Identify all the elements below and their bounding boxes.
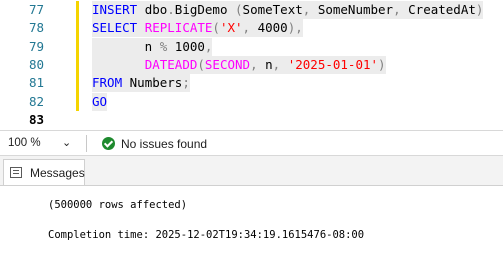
code-token: CreatedAt: [408, 2, 476, 17]
line-number: 77: [28, 2, 44, 17]
issues-status: No issues found: [121, 137, 208, 151]
chevron-down-icon[interactable]: ⌄: [62, 136, 71, 149]
line-number: 78: [28, 20, 44, 36]
code-token: BigDemo: [174, 2, 236, 17]
line-number: 80: [28, 56, 44, 72]
code-line[interactable]: n % 1000,: [92, 37, 213, 56]
code-token: n: [92, 38, 160, 54]
query-editor[interactable]: 77 78 79 80 81 82 83 INSERT dbo.BigDemo (SomeT…: [0, 0, 503, 130]
results-tab-strip: Messages: [0, 156, 503, 186]
check-circle-icon: [102, 137, 115, 150]
code-token: n: [265, 56, 273, 72]
change-indicator-bar: [76, 1, 79, 111]
editor-status-bar: 100 % ⌄ No issues found: [0, 130, 503, 156]
line-number-gutter: 77 78 79 80 81 82 83: [0, 0, 58, 130]
code-token: ,: [250, 56, 266, 72]
code-token: ;: [182, 75, 190, 91]
code-line[interactable]: INSERT dbo.BigDemo (SomeText, SomeNumber…: [92, 1, 484, 19]
code-token: ,: [393, 2, 409, 17]
code-token: Numbers: [129, 75, 183, 91]
code-line[interactable]: GO: [92, 92, 108, 111]
code-token: SELECT: [92, 20, 145, 36]
code-token: FROM: [92, 75, 130, 91]
code-token: SECOND: [204, 56, 251, 72]
code-token: 1000: [167, 38, 205, 54]
code-token: (: [212, 20, 220, 36]
status-divider: [86, 135, 87, 152]
code-line[interactable]: FROM Numbers;: [92, 74, 190, 93]
code-token: REPLICATE: [144, 20, 213, 36]
code-token: ): [378, 56, 386, 72]
zoom-level[interactable]: 100 %: [8, 137, 41, 149]
code-token: 4000: [257, 20, 288, 36]
code-token: (: [235, 2, 243, 17]
code-token: (: [197, 56, 205, 72]
code-token: GO: [92, 93, 108, 109]
tab-messages[interactable]: Messages: [3, 159, 85, 185]
code-token: ),: [287, 20, 303, 36]
code-line[interactable]: DATEADD(SECOND, n, '2025-01-01'): [92, 55, 386, 74]
message-line: (500000 rows affected): [48, 199, 188, 211]
code-token: SomeText: [242, 2, 303, 17]
messages-pane[interactable]: (500000 rows affected) Completion time: …: [0, 186, 503, 276]
tab-messages-label: Messages: [30, 166, 85, 180]
code-token: ,: [204, 38, 213, 54]
code-token: '2025-01-01': [287, 56, 379, 72]
message-line: Completion time: 2025-12-02T19:34:19.161…: [48, 229, 365, 241]
line-number: 82: [28, 93, 44, 109]
code-token: SomeNumber: [317, 2, 394, 17]
code-token: DATEADD: [144, 56, 198, 72]
code-token: 'X': [219, 20, 243, 36]
code-token: ,: [272, 56, 288, 72]
code-token: .: [167, 2, 175, 17]
messages-icon: [10, 167, 22, 178]
code-token: dbo: [144, 2, 168, 17]
code-token: INSERT: [92, 2, 145, 17]
code-token: ,: [242, 20, 258, 36]
code-token: ): [475, 2, 484, 17]
code-token: ,: [302, 2, 318, 17]
line-number: 81: [28, 75, 44, 91]
line-number: 83: [28, 111, 44, 127]
line-number: 79: [28, 38, 44, 54]
code-line[interactable]: SELECT REPLICATE('X', 4000),: [92, 19, 303, 38]
